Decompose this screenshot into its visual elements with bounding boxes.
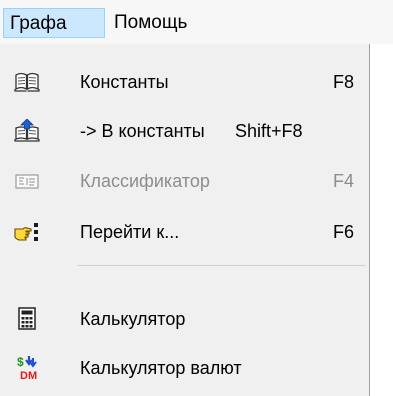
grafa-dropdown-menu: Константы F8 -> В константы Shift+F8 Кла… xyxy=(0,44,370,396)
menu-item-constants[interactable]: Константы F8 xyxy=(0,65,368,99)
menu-item-shortcut: F4 xyxy=(333,171,355,191)
menu-item-classifier[interactable]: Классификатор F4 xyxy=(0,164,368,198)
menu-item-label: Перейти к... xyxy=(80,222,180,242)
menu-bar: Графа Помощь xyxy=(0,0,393,44)
book-icon xyxy=(14,70,40,94)
currency-calculator-icon: $ DM xyxy=(14,355,40,382)
menu-item-label: Классификатор xyxy=(80,171,210,191)
menu-item-shortcut: F6 xyxy=(333,222,355,242)
menu-item-label: Константы xyxy=(80,72,169,92)
menu-item-goto[interactable]: Перейти к... F6 xyxy=(0,215,368,249)
menu-item-shortcut: Shift+F8 xyxy=(235,121,303,141)
menu-help[interactable]: Помощь xyxy=(114,8,187,38)
calculator-icon xyxy=(14,307,40,331)
pointing-hand-icon xyxy=(14,220,40,244)
svg-text:DM: DM xyxy=(20,370,37,381)
menu-item-label: Калькулятор валют xyxy=(80,358,242,378)
menu-item-currency-calculator[interactable]: $ DM Калькулятор валют xyxy=(0,351,368,385)
book-upload-icon xyxy=(14,118,40,143)
menu-item-calculator[interactable]: Калькулятор xyxy=(0,302,368,336)
menu-separator xyxy=(78,265,366,266)
menu-grafa[interactable]: Графа xyxy=(3,8,105,38)
menu-item-to-constants[interactable]: -> В константы Shift+F8 xyxy=(0,114,368,148)
svg-text:$: $ xyxy=(17,355,24,369)
classifier-icon xyxy=(14,169,40,193)
menu-item-label: Калькулятор xyxy=(80,309,186,329)
menu-item-label: -> В константы xyxy=(80,121,205,141)
menu-item-shortcut: F8 xyxy=(333,72,355,92)
